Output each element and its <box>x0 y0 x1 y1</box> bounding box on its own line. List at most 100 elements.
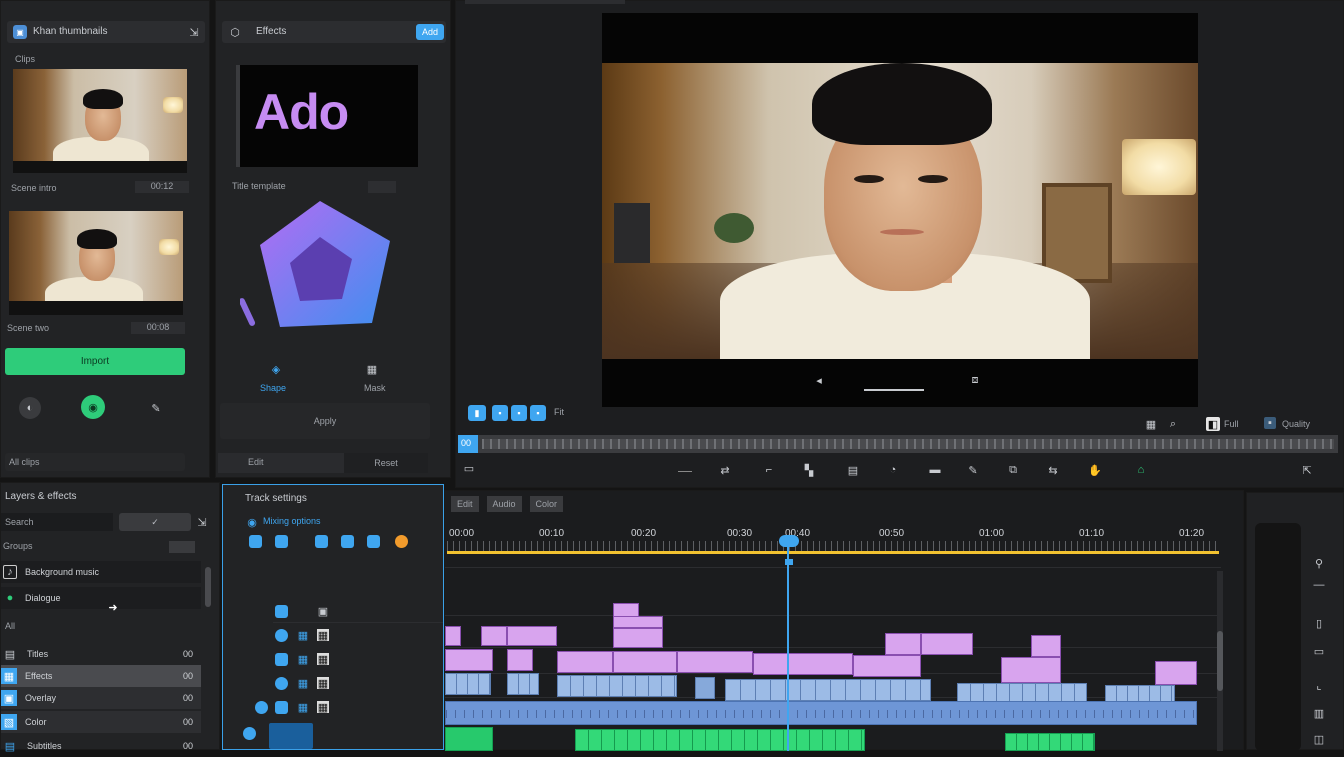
playhead-line[interactable] <box>787 537 789 751</box>
track-eye-icon-2[interactable]: ▦ <box>317 629 329 642</box>
track-mute-icon-2[interactable]: ▦ <box>297 629 309 642</box>
record-icon[interactable]: ◐ <box>19 397 41 419</box>
layer-row-music[interactable]: ♪ Background music <box>1 561 201 583</box>
mini-scrubber-head[interactable]: 00 <box>458 435 478 453</box>
music-clip[interactable] <box>1005 733 1095 751</box>
title-clip[interactable] <box>1155 661 1197 685</box>
title-clip[interactable] <box>481 626 507 646</box>
music-clip[interactable] <box>575 729 865 751</box>
track-eye-icon-3[interactable]: ▦ <box>317 653 329 666</box>
title-clip[interactable] <box>613 616 663 628</box>
title-clip[interactable] <box>613 628 663 648</box>
tool-slip-button[interactable]: ▪ <box>530 405 546 421</box>
timeline-scrollbar[interactable] <box>1217 571 1223 751</box>
crop-icon[interactable]: ⧉ <box>1006 463 1020 477</box>
video-clip[interactable] <box>695 677 715 699</box>
title-clip[interactable] <box>445 626 461 646</box>
music-clip[interactable] <box>445 727 493 751</box>
video-clip[interactable] <box>507 673 539 695</box>
title-clip[interactable] <box>507 649 533 671</box>
transform-icon[interactable]: ⇆ <box>1046 463 1060 477</box>
title-clip[interactable] <box>613 651 677 673</box>
video-clip[interactable] <box>725 679 931 701</box>
layers-filter-button[interactable]: ✓ <box>119 513 191 531</box>
quality-icon[interactable]: ◧ <box>1206 417 1220 431</box>
clip-thumbnail-1[interactable] <box>13 69 187 173</box>
video-frame[interactable]: ◂ ⧈ <box>602 13 1198 407</box>
layers-scrollbar[interactable] <box>205 567 211 607</box>
title-clip[interactable] <box>445 649 493 671</box>
track-mute-icon-5[interactable] <box>275 701 288 714</box>
title-clip[interactable] <box>557 651 613 673</box>
minus-icon[interactable]: — <box>1311 577 1327 593</box>
track-tool-4-icon[interactable] <box>341 535 354 548</box>
mix-icon[interactable]: ◉ <box>245 515 259 529</box>
video-clip[interactable] <box>445 673 491 695</box>
quality-label[interactable]: Quality <box>1282 419 1310 429</box>
track-lock-icon-1[interactable] <box>275 605 288 618</box>
track-lock-icon-5[interactable] <box>255 701 268 714</box>
blade-icon[interactable]: ▬ <box>928 463 942 477</box>
layer-item-0[interactable]: ▤ Titles 00 <box>1 643 201 665</box>
mask-tool-icon[interactable]: ▦ <box>364 361 380 377</box>
tool-select-button[interactable]: ▮ <box>468 405 486 421</box>
track-eye-icon-5[interactable]: ▦ <box>317 701 329 714</box>
roll-icon[interactable]: ⌐ <box>762 463 776 477</box>
layer-item-1[interactable]: ▦ Effects 00 <box>1 665 201 687</box>
title-clip[interactable] <box>753 653 853 675</box>
shape-tool-icon[interactable]: ◈ <box>268 361 284 377</box>
track-lock-icon-4[interactable] <box>275 677 288 690</box>
track-mute-icon-3[interactable]: ▦ <box>297 653 309 666</box>
track-record-icon[interactable] <box>395 535 408 548</box>
link-icon[interactable]: ⚲ <box>1311 555 1327 571</box>
tool-trim-button[interactable]: ▪ <box>492 405 508 421</box>
zoom-icon[interactable]: ⌕ <box>1166 417 1180 431</box>
layer-item-3[interactable]: ▧ Color 00 <box>1 711 201 733</box>
track-tool-5-icon[interactable] <box>367 535 380 548</box>
tab-edit[interactable]: Edit <box>248 457 264 467</box>
resolution-label[interactable]: Full <box>1224 419 1239 429</box>
collapse-icon[interactable]: ⇲ <box>187 25 201 39</box>
title-clip[interactable] <box>677 651 753 673</box>
layers-expand-icon[interactable]: ⇲ <box>195 515 209 529</box>
track-eye-icon-4[interactable]: ▦ <box>317 677 329 690</box>
track-tool-3-icon[interactable] <box>315 535 328 548</box>
track-lock-icon-2[interactable] <box>275 629 288 642</box>
title-clip[interactable] <box>1001 657 1061 683</box>
volume-icon[interactable]: ◂ <box>812 373 826 387</box>
effects-add-button[interactable]: Add <box>416 24 444 40</box>
media-footer[interactable]: All clips <box>5 453 185 471</box>
pentagon-shape-preview[interactable] <box>240 197 400 337</box>
title-clip[interactable] <box>885 633 921 655</box>
title-clip[interactable] <box>1031 635 1061 657</box>
export-icon[interactable]: ⇱ <box>1300 463 1314 477</box>
clip-thumbnail-2[interactable] <box>9 211 183 315</box>
apply-effect-button[interactable]: Apply <box>220 403 430 439</box>
marker-icon[interactable]: ▥ <box>1311 705 1327 721</box>
track-mute-icon-4[interactable]: ▦ <box>297 677 309 690</box>
snap-icon[interactable]: ⌂ <box>1134 463 1148 477</box>
page-icon[interactable]: ▯ <box>1311 615 1327 631</box>
layer-item-4[interactable]: ▤ Subtitles 00 <box>1 735 201 757</box>
monitor-icon[interactable]: ▭ <box>462 461 476 475</box>
track-tool-1-icon[interactable] <box>249 535 262 548</box>
timeline-tab-audio[interactable]: Audio <box>486 496 522 512</box>
title-card-preview[interactable]: Ado <box>236 65 418 167</box>
video-clip[interactable] <box>557 675 677 697</box>
audio-track-clip[interactable] <box>445 701 1198 725</box>
mini-scrubber[interactable]: 00 <box>458 435 1338 453</box>
tab-reset[interactable]: Reset <box>344 453 428 473</box>
caption-icon[interactable]: ▭ <box>1311 643 1327 659</box>
title-clip[interactable] <box>921 633 973 655</box>
settings-icon[interactable]: ▪ <box>1264 417 1276 429</box>
ripple-icon[interactable]: ⇄ <box>718 463 732 477</box>
title-clip[interactable] <box>507 626 557 646</box>
fullscreen-icon[interactable]: ⧈ <box>968 373 982 387</box>
playhead-handle[interactable] <box>779 535 799 547</box>
grid-icon[interactable]: ▦ <box>1144 417 1158 431</box>
import-button[interactable]: Import <box>5 348 185 375</box>
slip-icon[interactable]: ▤ <box>846 463 860 477</box>
layers-search[interactable]: Search <box>1 513 113 531</box>
track-selected-chip[interactable] <box>269 723 313 749</box>
track-tool-2-icon[interactable] <box>275 535 288 548</box>
